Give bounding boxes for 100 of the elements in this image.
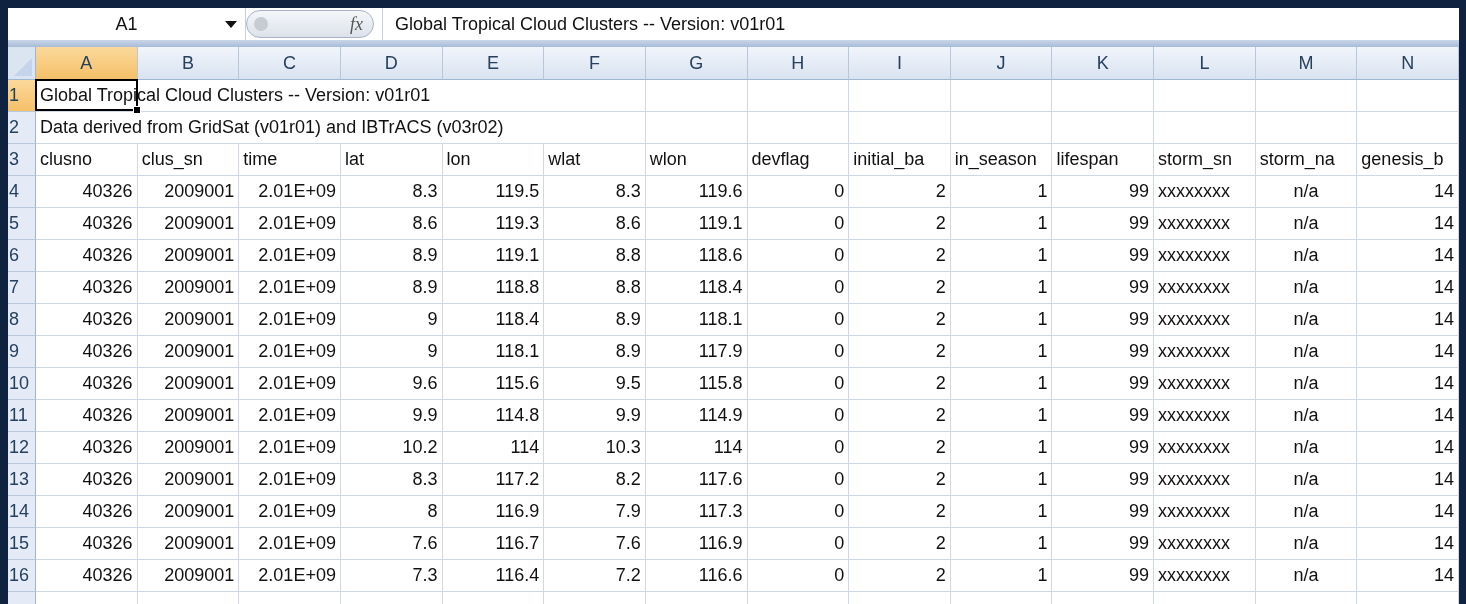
table-cell: 0 — [747, 368, 850, 400]
select-all-button[interactable] — [8, 47, 36, 80]
column-header[interactable]: A — [36, 47, 138, 80]
row-header[interactable]: 8 — [8, 304, 36, 336]
table-cell: 2009001 — [137, 240, 240, 272]
table-cell: lon — [442, 144, 545, 176]
table-cell: 14 — [1357, 240, 1459, 272]
caret-icon[interactable] — [225, 21, 237, 28]
table-cell: 99 — [1052, 208, 1155, 240]
table-cell: 0 — [747, 176, 850, 208]
table-cell: storm_na — [1255, 144, 1358, 176]
column-header[interactable]: J — [950, 47, 1053, 80]
table-cell: n/a — [1255, 176, 1358, 208]
table-cell: 7.9 — [544, 496, 646, 528]
row-header[interactable]: 12 — [8, 432, 36, 464]
insert-function-button[interactable]: fx — [350, 13, 363, 35]
row-header[interactable]: 16 — [8, 560, 36, 592]
row-header[interactable]: 1 — [8, 80, 36, 112]
table-cell: n/a — [1255, 336, 1358, 368]
column-header[interactable]: F — [544, 47, 646, 80]
row-header[interactable]: 10 — [8, 368, 36, 400]
table-cell: 2009001 — [137, 560, 240, 592]
table-cell: 99 — [1052, 528, 1155, 560]
table-cell: 10.2 — [340, 432, 443, 464]
table-cell: 99 — [1052, 240, 1155, 272]
table-cell: 40326 — [36, 272, 138, 304]
column-header[interactable]: H — [747, 47, 850, 80]
table-cell: 0 — [747, 496, 850, 528]
table-cell: 2 — [849, 240, 951, 272]
table-cell: 99 — [1052, 368, 1155, 400]
table-cell: 118.4 — [645, 272, 748, 304]
table-cell: 8.9 — [544, 304, 646, 336]
row-header[interactable]: 14 — [8, 496, 36, 528]
table-cell: 118.4 — [442, 304, 545, 336]
table-cell: 2009001 — [137, 464, 240, 496]
row-header[interactable]: 4 — [8, 176, 36, 208]
table-cell: 119.5 — [442, 176, 545, 208]
table-cell: 40326 — [36, 240, 138, 272]
table-cell: 1 — [950, 496, 1053, 528]
column-header[interactable]: M — [1255, 47, 1358, 80]
row-header[interactable]: 13 — [8, 464, 36, 496]
row-header[interactable]: 2 — [8, 112, 36, 144]
table-cell: 7.6 — [340, 528, 443, 560]
table-cell: 2009001 — [137, 368, 240, 400]
table-cell: 2009001 — [137, 208, 240, 240]
table-cell: n/a — [1255, 432, 1358, 464]
table-cell: wlon — [645, 144, 748, 176]
column-header[interactable]: N — [1357, 47, 1459, 80]
table-cell: 8.9 — [340, 272, 443, 304]
table-cell: 1 — [950, 208, 1053, 240]
table-cell: 10.3 — [544, 432, 646, 464]
table-cell: 118.8 — [442, 272, 545, 304]
table-cell: 2.01E+09 — [239, 432, 341, 464]
column-header[interactable]: L — [1154, 47, 1256, 80]
table-cell: 8.9 — [544, 336, 646, 368]
table-cell: 9.6 — [340, 368, 443, 400]
table-cell: 2 — [849, 368, 951, 400]
table-cell: n/a — [1255, 464, 1358, 496]
table-cell: 0 — [747, 400, 850, 432]
table-cell: 1 — [950, 240, 1053, 272]
row-header[interactable]: 11 — [8, 400, 36, 432]
table-cell: n/a — [1255, 304, 1358, 336]
table-cell: initial_ba — [849, 144, 951, 176]
table-cell: n/a — [1255, 240, 1358, 272]
table-cell: xxxxxxxx — [1154, 176, 1256, 208]
table-cell: 2.01E+09 — [239, 304, 341, 336]
table-cell: 118.6 — [645, 240, 748, 272]
table-cell: 0 — [747, 464, 850, 496]
column-header[interactable]: G — [645, 47, 748, 80]
row-header[interactable]: 9 — [8, 336, 36, 368]
table-cell: 2009001 — [137, 272, 240, 304]
table-cell: 14 — [1357, 560, 1459, 592]
table-cell: 2.01E+09 — [239, 528, 341, 560]
column-header[interactable]: E — [442, 47, 545, 80]
column-header[interactable]: K — [1052, 47, 1155, 80]
table-cell: clus_sn — [137, 144, 240, 176]
table-cell: 2009001 — [137, 432, 240, 464]
table-cell: Data derived from GridSat (v01r01) and IBTrACS (v03r02) — [36, 112, 646, 144]
table-cell: 2.01E+09 — [239, 272, 341, 304]
column-header[interactable]: B — [137, 47, 240, 80]
table-cell: 0 — [747, 272, 850, 304]
row-header[interactable]: 5 — [8, 208, 36, 240]
column-header[interactable]: I — [849, 47, 951, 80]
table-cell: 116.9 — [645, 528, 748, 560]
table-cell: storm_sn — [1154, 144, 1256, 176]
column-header[interactable]: C — [239, 47, 341, 80]
circle-icon — [253, 16, 269, 32]
row-header[interactable]: 6 — [8, 240, 36, 272]
table-cell: xxxxxxxx — [1154, 400, 1256, 432]
table-cell: 8.8 — [544, 272, 646, 304]
table-cell: 9.9 — [340, 400, 443, 432]
table-cell: clusno — [36, 144, 138, 176]
table-cell: 2.01E+09 — [239, 336, 341, 368]
table-cell: 99 — [1052, 496, 1155, 528]
row-header[interactable]: 15 — [8, 528, 36, 560]
row-header[interactable]: 7 — [8, 272, 36, 304]
table-cell: 8.3 — [544, 176, 646, 208]
row-header[interactable]: 3 — [8, 144, 36, 176]
column-header[interactable]: D — [340, 47, 443, 80]
table-cell: 40326 — [36, 368, 138, 400]
